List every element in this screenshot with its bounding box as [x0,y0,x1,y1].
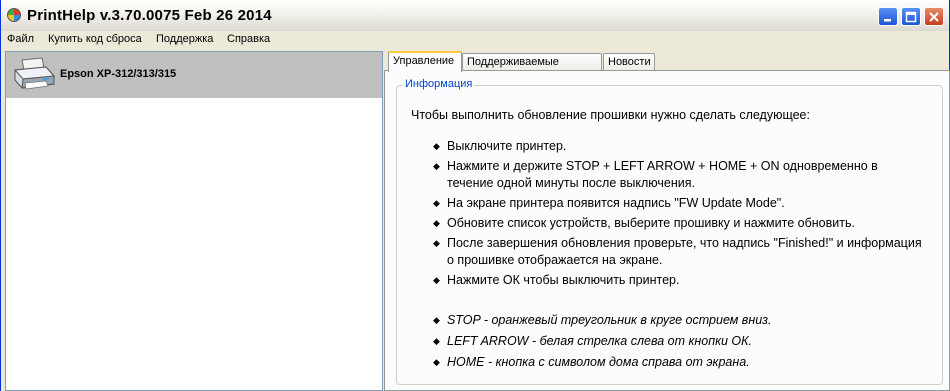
bullet-icon: ◆ [433,275,440,285]
list-item: ◆ LEFT ARROW - белая стрелка слева от кно… [433,333,923,350]
menu-file[interactable]: Файл [7,33,34,45]
device-list-item[interactable]: Epson XP-312/313/315 [6,52,382,98]
step-text: После завершения обновления проверьте, ч… [447,236,922,267]
steps-list: ◆ Выключите принтер. ◆ Нажмите и держите S… [433,138,923,292]
printer-icon [13,57,56,90]
title-bar[interactable]: PrintHelp v.3.70.0075 Feb 26 2014 [1,0,949,32]
list-item: ◆ Обновите список устройств, выберите про… [433,215,923,232]
list-item: ◆ STOP - оранжевый треугольник в круге ос… [433,312,923,329]
maximize-button[interactable] [901,7,921,26]
instructions-intro: Чтобы выполнить обновление прошивки нужн… [411,108,810,122]
menu-bar: Файл Купить код сброса Поддержка Справка [1,31,949,49]
step-text: Выключите принтер. [447,139,567,153]
bullet-icon: ◆ [433,198,440,208]
menu-buy-reset-code[interactable]: Купить код сброса [48,33,142,45]
tab-supported-models[interactable]: Поддерживаемые модели [462,53,602,84]
note-text: HOME - кнопка с символом дома справа от … [447,355,750,369]
list-item: ◆ После завершения обновления проверьте, … [433,235,923,269]
list-item: ◆ HOME - кнопка с символом дома справа от… [433,354,923,371]
device-list[interactable]: Epson XP-312/313/315 [5,51,383,391]
list-item: ◆ Нажмите и держите STOP + LEFT ARROW + H… [433,158,923,192]
minimize-button[interactable] [878,7,898,26]
bullet-icon: ◆ [433,141,440,151]
step-text: Обновите список устройств, выберите прош… [447,216,855,230]
close-icon [929,11,939,22]
maximize-icon [905,11,917,22]
details-pane: Управление Поддерживаемые модели Новости… [384,51,950,391]
step-text: Нажмите ОК чтобы выключить принтер. [447,273,680,287]
step-text: На экране принтера появится надпись "FW … [447,196,785,210]
tab-news[interactable]: Новости [603,53,655,71]
bullet-icon: ◆ [433,161,440,171]
minimize-icon [884,18,891,21]
list-item: ◆ Выключите принтер. [433,138,923,155]
window-title: PrintHelp v.3.70.0075 Feb 26 2014 [27,7,272,24]
info-groupbox: Информация Чтобы выполнить обновление пр… [396,78,943,385]
bullet-icon: ◆ [433,357,440,367]
bullet-icon: ◆ [433,218,440,228]
close-button[interactable] [924,7,944,26]
app-logo-icon[interactable] [7,8,21,22]
bullet-icon: ◆ [433,336,440,346]
notes-list: ◆ STOP - оранжевый треугольник в круге ос… [433,312,923,375]
device-name: Epson XP-312/313/315 [60,68,177,80]
groupbox-title: Информация [403,78,475,90]
tab-control[interactable]: Управление [388,51,462,72]
menu-support[interactable]: Поддержка [156,33,213,45]
tab-panel: Информация Чтобы выполнить обновление пр… [384,70,950,391]
tab-strip: Управление Поддерживаемые модели Новости [384,51,950,84]
list-item: ◆ На экране принтера появится надпись "FW… [433,195,923,212]
app-window: PrintHelp v.3.70.0075 Feb 26 2014 Файл К… [0,0,950,391]
menu-help[interactable]: Справка [227,33,270,45]
bullet-icon: ◆ [433,315,440,325]
note-text: LEFT ARROW - белая стрелка слева от кноп… [447,334,752,348]
bullet-icon: ◆ [433,238,440,248]
note-text: STOP - оранжевый треугольник в круге ост… [447,313,772,327]
step-text: Нажмите и держите STOP + LEFT ARROW + HO… [447,159,878,190]
list-item: ◆ Нажмите ОК чтобы выключить принтер. [433,272,923,289]
